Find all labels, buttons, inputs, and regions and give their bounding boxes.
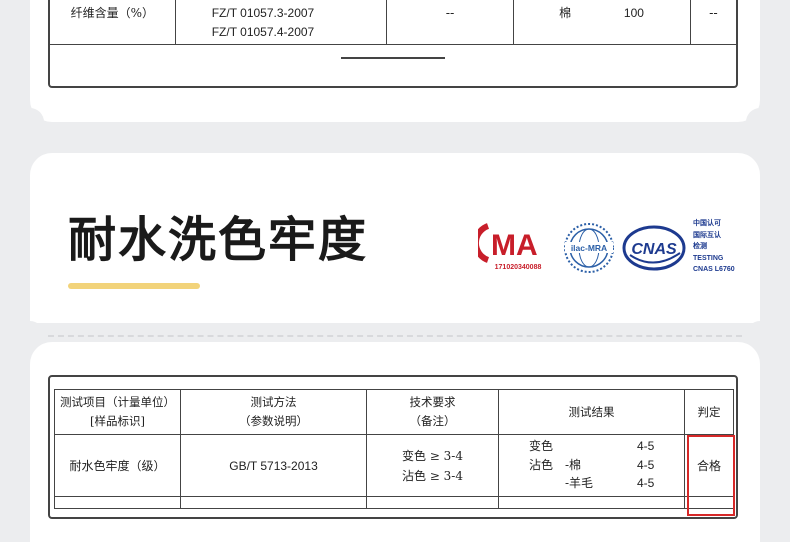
svg-text:MA: MA [491,229,538,262]
cell-verdict: 合格 [684,434,735,516]
cell-requirement: -- [385,0,515,45]
empty-cell [366,496,499,509]
header-item-line2: [样品标识] [90,414,145,428]
cell-item: 纤维含量（%） [50,0,176,45]
card-notch [746,108,774,136]
cell-methods: FZ/T 01057.3-2007 FZ/T 01057.4-2007 [174,0,387,45]
header-requirement: 技术要求 （备注） [366,389,499,435]
result-sub [565,437,623,456]
header-item-line1: 测试项目（计量单位） [60,395,175,409]
result-line: 变色 4-5 [499,437,684,456]
empty-cell [180,496,367,509]
cma-reg-number: 171020340088 [494,264,542,271]
section-title: 耐水洗色牢度 [68,212,369,268]
cell-requirements: 变色 ≥ 3-4 沾色 ≥ 3-4 [366,434,499,497]
result-line: -羊毛 4-5 [499,474,684,493]
cell-result: 棉 100 [513,0,691,45]
cnas-line: TESTING [693,254,724,262]
table-row [54,496,734,509]
header-verdict: 判定 [684,389,734,435]
cell-results: 变色 4-5 沾色 -棉 4-5 -羊毛 4-5 [498,434,685,497]
ilac-logo: ilac-MRA [561,222,617,278]
result-line: 沾色 -棉 4-5 [499,456,684,475]
table-row: 纤维含量（%） FZ/T 01057.3-2007 FZ/T 01057.4-2… [50,0,736,45]
result-table: 测试项目（计量单位） [样品标识] 测试方法 （参数说明） 技术要求 （备注） … [54,389,735,516]
fiber-value: 100 [623,6,644,21]
title-accent-bar [68,283,200,289]
table-divider [341,57,445,59]
svg-text:ilac-MRA: ilac-MRA [571,243,607,253]
cnas-line: 检测 [693,243,707,250]
header-item: 测试项目（计量单位） [样品标识] [54,389,181,435]
cnas-mark-icon: CNAS [622,225,686,271]
cma-logo: MA 171020340088 [472,222,556,274]
header-method: 测试方法 （参数说明） [180,389,367,435]
table-row: 耐水色牢度（级） GB/T 5713-2013 变色 ≥ 3-4 沾色 ≥ 3-… [54,434,735,516]
header-method-line2: （参数说明） [239,414,308,428]
cnas-logo: CNAS [622,225,686,275]
requirement-line: 沾色 ≥ 3-4 [401,468,463,483]
cnas-line: 中国认可 [693,220,721,227]
result-sub: -棉 [565,457,582,472]
result-label: 变色 [529,439,554,453]
cell-method: GB/T 5713-2013 [180,434,367,497]
result-label [499,474,565,493]
fiber-label: 棉 [559,6,572,21]
result-value: 4-5 [637,457,655,472]
cnas-caption: 中国认可 国际互认 检测 TESTING CNAS L6760 [693,218,753,276]
header-req-line1: 技术要求 [409,395,456,409]
svg-text:CNAS: CNAS [631,241,677,258]
cell-item: 耐水色牢度（级） [54,434,181,497]
method-line: FZ/T 01057.3-2007 [211,5,315,20]
empty-cell [54,496,181,509]
card-notch [16,108,44,136]
cma-mark-icon: MA [472,223,538,263]
empty-cell [498,496,685,509]
table-header-row: 测试项目（计量单位） [样品标识] 测试方法 （参数说明） 技术要求 （备注） … [54,389,734,435]
cnas-line: CNAS L6760 [693,266,735,273]
result-value: 4-5 [637,439,655,453]
requirement-line: 变色 ≥ 3-4 [401,448,463,463]
result-value: 4-5 [637,476,655,490]
perforation-line [48,335,742,337]
verdict-highlight-box [687,435,735,516]
top-table: 纤维含量（%） FZ/T 01057.3-2007 FZ/T 01057.4-2… [50,0,736,45]
result-label: 沾色 [529,457,554,472]
ilac-mra-icon: ilac-MRA [564,223,614,273]
method-line: FZ/T 01057.4-2007 [211,24,315,39]
cnas-line: 国际互认 [693,231,721,239]
header-req-line2: （备注） [409,414,456,428]
header-method-line1: 测试方法 [250,395,297,409]
cell-verdict: -- [689,0,736,45]
result-sub: -羊毛 [565,476,594,490]
header-result: 测试结果 [498,389,685,435]
